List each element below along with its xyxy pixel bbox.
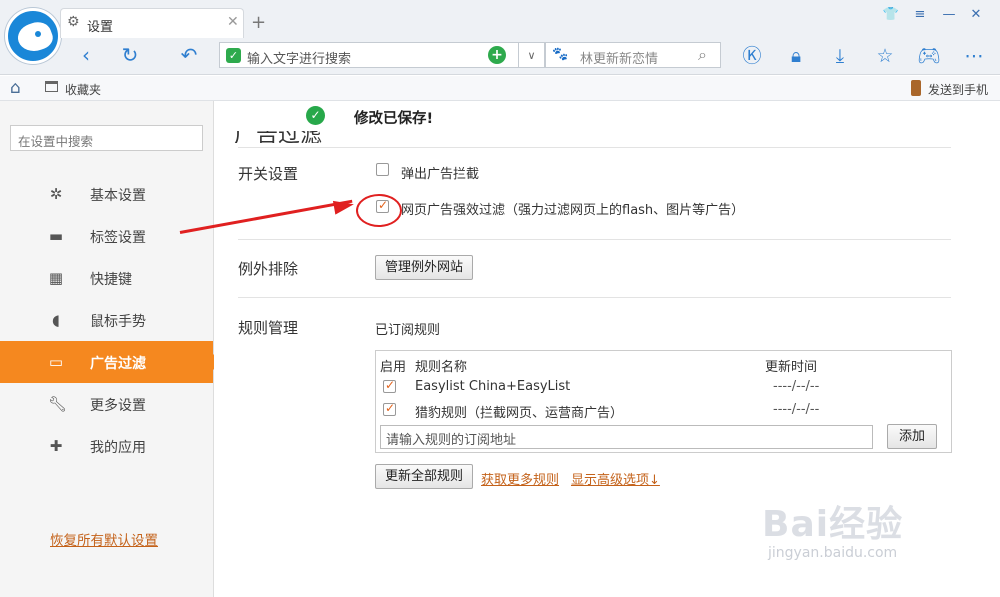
sidebar-item-label: 鼠标手势 — [90, 314, 146, 330]
rules-label: 规则管理 — [238, 319, 299, 337]
check-icon: ✓ — [306, 106, 325, 125]
rule-name: Easylist China+EasyList — [415, 379, 571, 394]
rule-enabled-checkbox[interactable] — [383, 378, 396, 393]
sidebar-item-apps[interactable]: ✚ 我的应用 — [0, 425, 213, 467]
sidebar-item-mouse[interactable]: ◖ 鼠标手势 — [0, 299, 213, 341]
baidu-watermark: Bai经验 jingyan.baidu.com — [760, 487, 990, 577]
skin-icon[interactable]: 👕 — [879, 5, 903, 25]
saved-notice: ✓ 修改已保存! — [214, 101, 1000, 131]
restore-defaults-link[interactable]: 恢复所有默认设置 — [50, 529, 158, 549]
watermark-url: jingyan.baidu.com — [768, 545, 898, 561]
add-rule-button[interactable]: 添加 — [887, 424, 937, 449]
header-enabled: 启用 — [380, 360, 407, 375]
section-title: 广告过滤 — [234, 129, 323, 143]
rule-name: 猎豹规则（拦截网页、运营商广告） — [415, 406, 624, 421]
phone-icon — [911, 80, 921, 96]
gear-icon: ✲ — [49, 185, 63, 203]
address-bar[interactable]: ✓ 输入文字进行搜索 + — [219, 42, 519, 68]
close-window-icon[interactable]: ✕ — [964, 5, 988, 25]
rule-updated: ----/--/-- — [773, 379, 820, 394]
send-to-phone[interactable]: 发送到手机 — [928, 81, 988, 98]
tab-settings[interactable]: ⚙ 设置 ✕ — [60, 8, 244, 38]
security-k-icon[interactable]: Ⓚ — [738, 42, 766, 70]
manage-exceptions-button[interactable]: 管理例外网站 — [375, 255, 473, 280]
divider — [238, 297, 951, 298]
logo-mark — [14, 18, 56, 56]
exception-label: 例外排除 — [238, 260, 299, 278]
lock-icon[interactable]: 🔒︎ — [782, 42, 810, 70]
sidebar-item-label: 快捷键 — [90, 272, 132, 288]
search-input[interactable]: 🐾 林更新新恋情 ⌕ — [545, 42, 721, 68]
sidebar-item-adblock[interactable]: ▭ 广告过滤 — [0, 341, 221, 383]
rule-enabled-checkbox[interactable] — [383, 401, 396, 416]
mouse-icon: ◖ — [52, 311, 60, 329]
bookmarks-label[interactable]: 收藏夹 — [65, 81, 101, 98]
bookmarks-bar: ⌂ 收藏夹 发送到手机 — [0, 76, 1000, 101]
keyboard-icon: ▦ — [48, 269, 64, 287]
wrench-icon: 🔧︎ — [48, 395, 68, 413]
new-tab-icon[interactable]: + — [251, 12, 266, 33]
undo-icon[interactable]: ↶ — [176, 42, 202, 68]
search-icon[interactable]: ⌕ — [698, 45, 707, 65]
subscribe-url-input[interactable]: 请输入规则的订阅地址 — [380, 425, 873, 449]
sidebar-item-shortcuts[interactable]: ▦ 快捷键 — [0, 257, 213, 299]
switch-settings-label: 开关设置 — [238, 165, 299, 183]
advanced-options-link[interactable]: 显示高级选项↓ — [571, 469, 660, 488]
sidebar-item-label: 标签设置 — [90, 230, 146, 246]
star-icon[interactable]: ☆ — [871, 42, 899, 70]
laptop-icon: ▬ — [48, 227, 64, 245]
popup-block-label: 弹出广告拦截 — [401, 167, 480, 182]
annotation-circle — [356, 194, 402, 227]
divider — [238, 239, 951, 240]
strong-filter-label: 网页广告强效过滤（强力过滤网页上的flash、图片等广告） — [401, 203, 745, 218]
puzzle-icon: ✚ — [49, 437, 63, 455]
game-icon[interactable]: 🎮︎ — [915, 42, 943, 70]
minimize-icon[interactable]: — — [937, 5, 961, 25]
search-text: 林更新新恋情 — [580, 52, 659, 67]
logo-eye — [35, 31, 41, 37]
rule-updated: ----/--/-- — [773, 402, 820, 417]
sidebar-item-tabs[interactable]: ▬ 标签设置 — [0, 215, 213, 257]
sidebar-item-label: 基本设置 — [90, 188, 146, 204]
sidebar-item-basic[interactable]: ✲ 基本设置 — [0, 173, 213, 215]
close-icon[interactable]: ✕ — [227, 14, 239, 30]
more-icon[interactable]: ⋯ — [960, 42, 988, 70]
header-updated: 更新时间 — [765, 360, 818, 375]
sidebar-item-label: 广告过滤 — [90, 356, 146, 372]
sidebar-item-more[interactable]: 🔧︎ 更多设置 — [0, 383, 213, 425]
popup-block-checkbox[interactable] — [376, 163, 389, 176]
sidebar-item-label: 更多设置 — [90, 398, 146, 414]
menu-icon[interactable]: ≡ — [908, 5, 932, 25]
header-name: 规则名称 — [415, 360, 468, 375]
saved-text: 修改已保存! — [354, 111, 434, 127]
sidebar-item-label: 我的应用 — [90, 440, 146, 456]
more-rules-link[interactable]: 获取更多规则 — [481, 469, 559, 488]
baidu-paw-icon: 🐾 — [552, 47, 569, 62]
tab-title: 设置 — [87, 20, 114, 35]
annotation-arrow-head — [332, 197, 356, 215]
subscribed-label: 已订阅规则 — [375, 323, 441, 338]
home-icon[interactable]: ⌂ — [10, 78, 21, 98]
browser-toolbar: ⚙ 设置 ✕ + 👕 ≡ — ✕ ‹ ↻ ↶ ✓ 输入文字进行搜索 + ∨ 🐾 … — [0, 0, 1000, 75]
settings-sidebar: 在设置中搜索 ✲ 基本设置 ▬ 标签设置 ▦ 快捷键 ◖ 鼠标手势 ▭ 广告过滤… — [0, 101, 221, 597]
settings-search-input[interactable]: 在设置中搜索 — [10, 125, 203, 151]
rules-table: 启用 规则名称 更新时间 Easylist China+EasyList ---… — [375, 350, 952, 453]
chevron-down-icon[interactable]: ∨ — [519, 42, 545, 68]
watermark-text: Bai经验 — [762, 504, 904, 545]
address-placeholder: 输入文字进行搜索 — [247, 52, 352, 67]
browser-logo[interactable] — [5, 8, 61, 64]
back-icon[interactable]: ‹ — [73, 42, 99, 68]
update-all-rules-button[interactable]: 更新全部规则 — [375, 464, 473, 489]
folder-icon — [45, 81, 58, 92]
download-icon[interactable]: ⤓ — [826, 42, 854, 70]
secure-shield-icon: ✓ — [226, 48, 241, 63]
gear-icon: ⚙ — [67, 14, 80, 30]
window-icon: ▭ — [48, 353, 64, 371]
refresh-icon[interactable]: ↻ — [117, 42, 143, 68]
go-icon[interactable]: + — [488, 46, 506, 64]
divider — [238, 147, 951, 148]
